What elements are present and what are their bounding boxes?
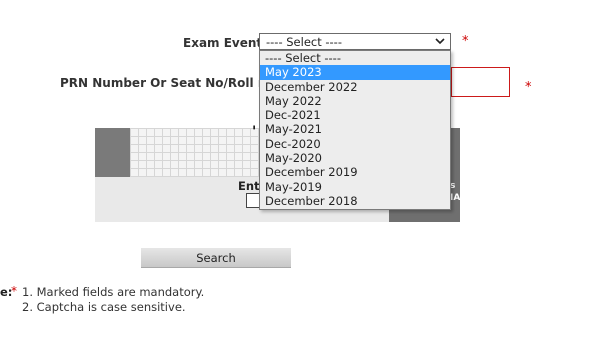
captcha-image-char: ' (252, 124, 257, 140)
captcha-side-text-1: s (450, 181, 456, 191)
exam-event-required-mark: * (462, 34, 469, 49)
dropdown-option[interactable]: December 2019 (260, 165, 450, 179)
captcha-label: Ent (238, 179, 260, 193)
prn-label: PRN Number Or Seat No/Roll no: (60, 76, 280, 90)
chevron-down-icon (435, 38, 445, 45)
dropdown-option[interactable]: December 2018 (260, 194, 450, 208)
dropdown-option[interactable]: ---- Select ---- (260, 51, 450, 65)
exam-event-label: Exam Event: (183, 36, 267, 50)
dropdown-option[interactable]: December 2022 (260, 80, 450, 94)
exam-event-select[interactable]: ---- Select ---- (259, 33, 451, 50)
prn-required-mark: * (525, 80, 532, 95)
captcha-panel-left (95, 128, 130, 177)
prn-input[interactable] (451, 67, 510, 97)
dropdown-option[interactable]: Dec-2020 (260, 137, 450, 151)
note-required-mark: * (11, 284, 17, 298)
note-item: 1. Marked fields are mandatory. (22, 285, 205, 299)
captcha-side-text: s IA (450, 180, 460, 204)
dropdown-option[interactable]: May-2019 (260, 180, 450, 194)
dropdown-option[interactable]: May-2021 (260, 122, 450, 136)
dropdown-option[interactable]: May 2023 (260, 65, 450, 80)
dropdown-option[interactable]: Dec-2021 (260, 108, 450, 122)
dropdown-option[interactable]: May-2020 (260, 151, 450, 165)
dropdown-option[interactable]: May 2022 (260, 94, 450, 108)
search-button[interactable]: Search (141, 248, 291, 268)
exam-event-select-value: ---- Select ---- (266, 35, 342, 49)
note-item: 2. Captcha is case sensitive. (22, 300, 186, 314)
exam-event-dropdown-list[interactable]: ---- Select ---- May 2023 December 2022 … (259, 50, 451, 210)
captcha-side-text-2: IA (450, 193, 461, 203)
